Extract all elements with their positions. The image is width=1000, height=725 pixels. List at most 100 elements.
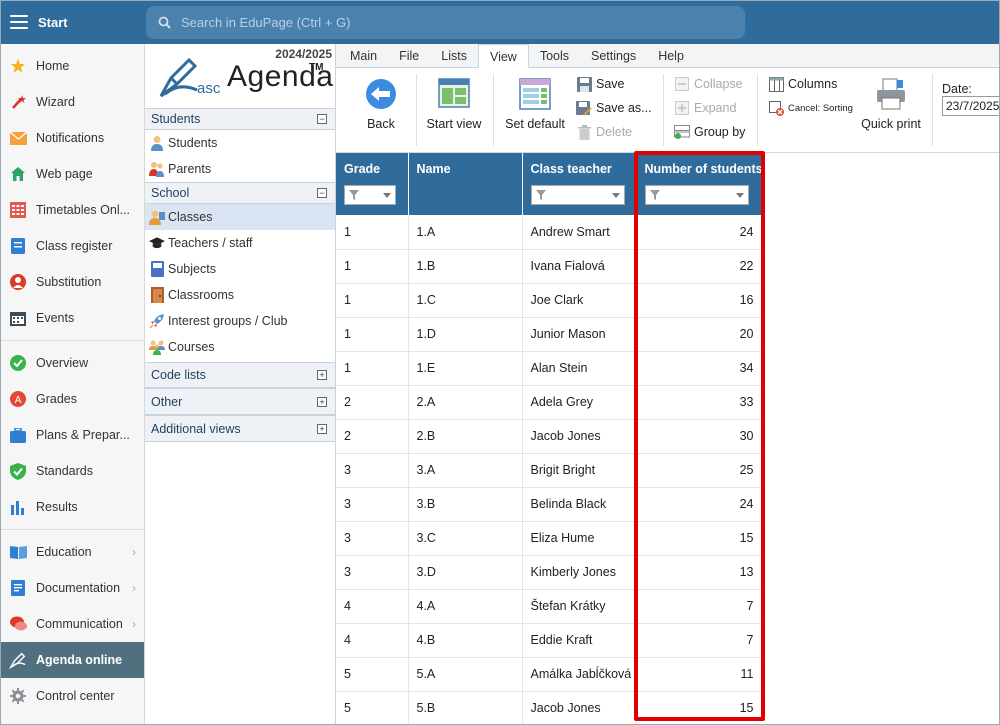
sub-item-teachers[interactable]: Teachers / staff bbox=[145, 230, 335, 256]
nav-item-notifications[interactable]: Notifications bbox=[0, 120, 144, 156]
logo-tm-text: TM bbox=[309, 62, 324, 73]
nav-item-timetables[interactable]: Timetables Onl... bbox=[0, 192, 144, 228]
search-box[interactable] bbox=[146, 6, 745, 39]
table-row[interactable]: 3 3.D Kimberly Jones 13 bbox=[336, 555, 762, 590]
nav-item-results[interactable]: Results bbox=[0, 489, 144, 525]
section-title: Code lists bbox=[151, 368, 206, 382]
date-input[interactable]: 23/7/2025 bbox=[942, 96, 1000, 116]
column-header-grade[interactable]: Grade bbox=[336, 153, 409, 215]
sub-item-classrooms[interactable]: Classrooms bbox=[145, 282, 335, 308]
nav-item-standards[interactable]: Standards bbox=[0, 453, 144, 489]
set-default-button[interactable]: Set default bbox=[503, 78, 567, 131]
table-row[interactable]: 1 1.C Joe Clark 16 bbox=[336, 283, 762, 318]
tab-help[interactable]: Help bbox=[647, 44, 695, 67]
grade-filter[interactable] bbox=[344, 185, 396, 205]
section-header-students[interactable]: Students − bbox=[145, 108, 335, 130]
column-header-class-teacher[interactable]: Class teacher bbox=[522, 153, 637, 215]
expand-button[interactable]: Expand bbox=[674, 100, 736, 116]
table-row[interactable]: 2 2.B Jacob Jones 30 bbox=[336, 419, 762, 454]
save-as-button[interactable]: Save as... bbox=[576, 100, 652, 116]
name-cell: 3.D bbox=[408, 555, 523, 590]
tab-file[interactable]: File bbox=[388, 44, 430, 67]
table-row[interactable]: 5 5.B Jacob Jones 15 bbox=[336, 691, 762, 725]
ribbon-toolbar: Back Start view Set default Save Save as… bbox=[336, 68, 1000, 153]
nav-item-substitution[interactable]: Substitution bbox=[0, 264, 144, 300]
section-header-other[interactable]: Other + bbox=[145, 388, 335, 415]
search-input[interactable] bbox=[181, 15, 721, 30]
nav-item-wizard[interactable]: Wizard bbox=[0, 84, 144, 120]
sub-item-interest-groups[interactable]: Interest groups / Club bbox=[145, 308, 335, 334]
back-button[interactable]: Back bbox=[358, 78, 404, 131]
top-bar: Start bbox=[0, 0, 1000, 44]
section-header-additional-views[interactable]: Additional views + bbox=[145, 415, 335, 442]
table-row[interactable]: 1 1.E Alan Stein 34 bbox=[336, 351, 762, 386]
number-of-students-cell: 24 bbox=[636, 487, 762, 522]
nav-item-web-page[interactable]: Web page bbox=[0, 156, 144, 192]
section-header-school[interactable]: School − bbox=[145, 182, 335, 204]
sub-item-courses[interactable]: Courses bbox=[145, 334, 335, 360]
class-teacher-cell: Amálka Jabĺčková bbox=[522, 657, 637, 692]
classes-table-container: Grade Name Class teacher Number of stude… bbox=[336, 153, 762, 725]
expand-toggle[interactable]: + bbox=[317, 424, 327, 434]
section-header-code-lists[interactable]: Code lists + bbox=[145, 362, 335, 388]
columns-button[interactable]: Columns bbox=[768, 76, 837, 92]
nav-item-home[interactable]: Home bbox=[0, 48, 144, 84]
table-row[interactable]: 4 4.A Štefan Krátky 7 bbox=[336, 589, 762, 624]
sub-item-label: Parents bbox=[168, 162, 212, 176]
sub-item-subjects[interactable]: Subjects bbox=[145, 256, 335, 282]
cancel-sorting-button[interactable]: Cancel: Sorting bbox=[768, 100, 853, 116]
class-teacher-filter[interactable] bbox=[530, 185, 625, 205]
number-of-students-filter[interactable] bbox=[644, 185, 749, 205]
table-row[interactable]: 2 2.A Adela Grey 33 bbox=[336, 385, 762, 420]
table-row[interactable]: 1 1.A Andrew Smart 24 bbox=[336, 215, 762, 250]
save-button[interactable]: Save bbox=[576, 76, 625, 92]
delete-button[interactable]: Delete bbox=[576, 124, 632, 140]
quick-print-button[interactable]: Quick print bbox=[860, 78, 922, 131]
nav-item-plans[interactable]: Plans & Prepar... bbox=[0, 417, 144, 453]
grade-cell: 5 bbox=[336, 657, 409, 692]
name-cell: 1.A bbox=[408, 215, 523, 250]
column-header-number-of-students[interactable]: Number of students bbox=[636, 153, 762, 215]
sub-item-parents[interactable]: Parents bbox=[145, 156, 335, 182]
house-icon bbox=[9, 165, 27, 183]
collapse-button[interactable]: Collapse bbox=[674, 76, 743, 92]
hamburger-menu-icon[interactable] bbox=[10, 15, 28, 29]
class-teacher-cell: Jacob Jones bbox=[522, 419, 637, 454]
table-row[interactable]: 4 4.B Eddie Kraft 7 bbox=[336, 623, 762, 658]
table-row[interactable]: 1 1.D Junior Mason 20 bbox=[336, 317, 762, 352]
expand-toggle[interactable]: + bbox=[317, 370, 327, 380]
nav-item-agenda-online[interactable]: Agenda online bbox=[0, 642, 144, 678]
table-row[interactable]: 5 5.A Amálka Jabĺčková 11 bbox=[336, 657, 762, 692]
tab-main[interactable]: Main bbox=[339, 44, 388, 67]
sub-item-classes[interactable]: Classes bbox=[145, 204, 335, 230]
nav-item-documentation[interactable]: Documentation › bbox=[0, 570, 144, 606]
nav-item-overview[interactable]: Overview bbox=[0, 345, 144, 381]
expand-toggle[interactable]: + bbox=[317, 397, 327, 407]
table-row[interactable]: 3 3.A Brigit Bright 25 bbox=[336, 453, 762, 488]
tab-view[interactable]: View bbox=[477, 44, 529, 68]
nav-item-communication[interactable]: Communication › bbox=[0, 606, 144, 642]
sub-item-label: Classrooms bbox=[168, 288, 234, 302]
start-view-button[interactable]: Start view bbox=[424, 78, 484, 131]
collapse-toggle[interactable]: − bbox=[317, 114, 327, 124]
nav-item-grades[interactable]: A Grades bbox=[0, 381, 144, 417]
sub-item-students[interactable]: Students bbox=[145, 130, 335, 156]
nav-item-class-register[interactable]: Class register bbox=[0, 228, 144, 264]
table-row[interactable]: 1 1.B Ivana Fialová 22 bbox=[336, 249, 762, 284]
tab-lists[interactable]: Lists bbox=[430, 44, 478, 67]
set-default-icon bbox=[519, 78, 551, 110]
group-by-button[interactable]: Group by bbox=[674, 124, 745, 140]
name-cell: 3.B bbox=[408, 487, 523, 522]
collapse-toggle[interactable]: − bbox=[317, 188, 327, 198]
tab-settings[interactable]: Settings bbox=[580, 44, 647, 67]
table-row[interactable]: 3 3.C Eliza Hume 15 bbox=[336, 521, 762, 556]
column-header-name[interactable]: Name bbox=[408, 153, 523, 215]
nav-item-events[interactable]: Events bbox=[0, 300, 144, 336]
start-label[interactable]: Start bbox=[38, 15, 146, 30]
nav-item-control-center[interactable]: Control center bbox=[0, 678, 144, 714]
ribbon-divider bbox=[932, 74, 933, 146]
nav-item-education[interactable]: Education › bbox=[0, 534, 144, 570]
table-row[interactable]: 3 3.B Belinda Black 24 bbox=[336, 487, 762, 522]
tab-tools[interactable]: Tools bbox=[529, 44, 580, 67]
name-cell: 1.D bbox=[408, 317, 523, 352]
